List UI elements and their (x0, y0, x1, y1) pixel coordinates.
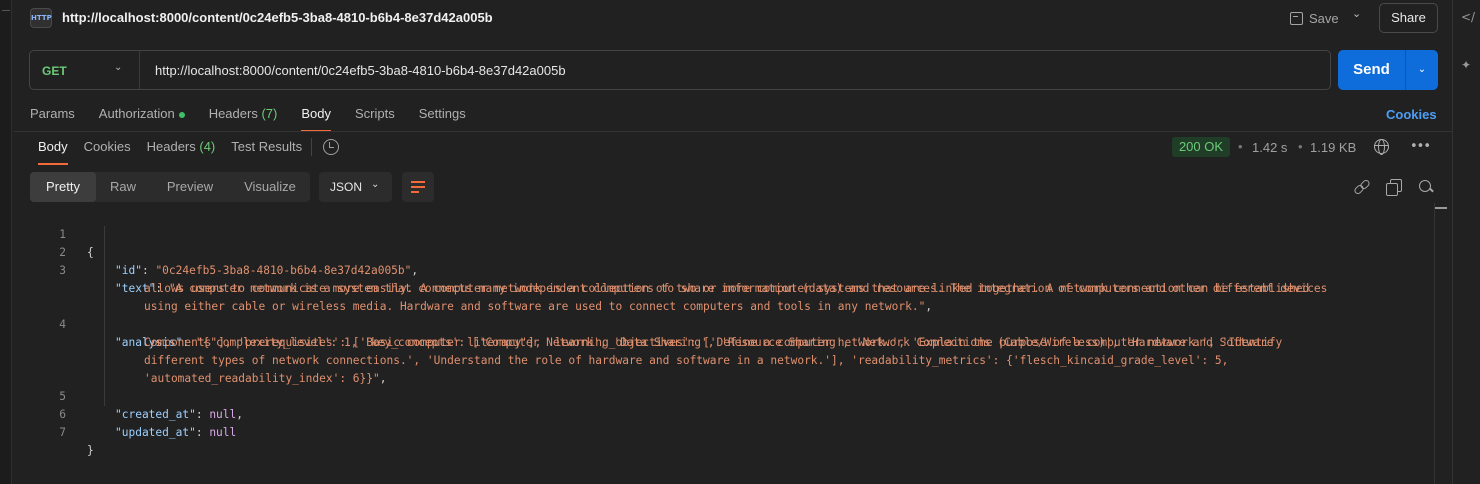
response-tab-body-label: Body (38, 139, 68, 154)
line-number: 7 (59, 426, 66, 439)
scrollbar[interactable] (1434, 203, 1447, 484)
response-tab-test-results-label: Test Results (231, 139, 303, 154)
more-options-icon[interactable]: ••• (1410, 139, 1431, 154)
tab-params[interactable]: Params (30, 104, 75, 132)
tab-scripts-label: Scripts (354, 106, 395, 121)
auth-status-dot (178, 111, 185, 118)
view-preview-button[interactable]: Preview (150, 172, 230, 202)
code-line-wrap: 'automated_readability_index': 6}}", (14, 352, 1434, 385)
left-rail (0, 0, 12, 484)
tab-scripts[interactable]: Scripts (355, 104, 395, 132)
response-tab-cookies-label: Cookies (83, 139, 131, 154)
tab-headers-label: Headers (208, 106, 258, 121)
method-select[interactable]: GET ⌄ (30, 51, 140, 89)
request-editor: HTTP http://localhost:8000/content/0c24e… (14, 0, 1452, 484)
code-line-wrap: Components'], 'prerequisites': ['Basic c… (14, 316, 1434, 349)
chevron-down-icon: ⌄ (371, 179, 380, 190)
method-label: GET (42, 64, 67, 78)
globe-icon[interactable] (1374, 139, 1389, 155)
save-label: Save (1309, 10, 1339, 26)
code-line: 1 { (14, 208, 1434, 259)
tab-headers-count: (7) (261, 106, 278, 121)
save-options-chevron-down-icon[interactable]: ⌄ (1352, 7, 1361, 20)
save-icon (1290, 11, 1303, 25)
share-button[interactable]: Share (1379, 3, 1438, 33)
tab-settings[interactable]: Settings (419, 104, 466, 132)
response-tab-headers-label: Headers (146, 139, 196, 154)
code-line: 2 "id": "0c24efb5-3ba8-4810-b6b4-8e37d42… (14, 226, 1434, 277)
request-title[interactable]: http://localhost:8000/content/0c24efb5-3… (62, 10, 493, 25)
tab-body[interactable]: Body (301, 104, 331, 132)
tab-settings-label: Settings (418, 106, 466, 121)
response-headers-count: (4) (199, 139, 216, 154)
code-line-wrap: using either cable or wireless media. Ha… (14, 280, 1434, 313)
json-null: null (209, 426, 237, 439)
view-raw-button[interactable]: Raw (96, 172, 150, 202)
tab-authorization[interactable]: Authorization (99, 104, 185, 132)
request-tabs: Params Authorization Headers (7) Body Sc… (30, 104, 490, 132)
json-key: "updated_at" (115, 426, 196, 439)
format-label: JSON (330, 180, 363, 194)
right-rail: </ ✦ (1452, 0, 1480, 484)
separator-dot: • (1238, 139, 1243, 154)
response-body-code[interactable]: 1 { 2 "id": "0c24efb5-3ba8-4810-b6b4-8e3… (14, 208, 1434, 457)
send-button-group: Send ⌄ (1338, 50, 1438, 90)
code-icon[interactable]: </ (1461, 10, 1475, 24)
response-tab-headers[interactable]: Headers (4) (147, 139, 216, 165)
separator-dot: • (1298, 139, 1303, 154)
tab-headers[interactable]: Headers (7) (209, 104, 278, 132)
response-tab-cookies[interactable]: Cookies (84, 139, 131, 165)
response-tabs: Body Cookies Headers (4) Test Results (38, 139, 318, 165)
tab-body-label: Body (301, 106, 331, 121)
response-tab-test-results[interactable]: Test Results (231, 139, 302, 165)
status-badge[interactable]: 200 OK (1172, 137, 1230, 157)
request-title-row: HTTP http://localhost:8000/content/0c24e… (14, 0, 1452, 36)
divider (14, 131, 1452, 132)
save-button[interactable]: Save (1290, 8, 1339, 28)
format-select[interactable]: JSON ⌄ (319, 172, 392, 202)
code-line: 4 "analysis": "{'complexity_level': 1, '… (14, 298, 1434, 349)
wrap-lines-icon[interactable] (402, 172, 434, 202)
http-request-icon: HTTP (30, 8, 52, 28)
view-mode-group: Pretty Raw Preview Visualize (30, 172, 310, 202)
copy-icon[interactable] (1386, 179, 1402, 196)
view-pretty-button[interactable]: Pretty (30, 172, 96, 202)
cookies-link[interactable]: Cookies (1386, 107, 1437, 122)
code-line: 3 "text": "A computer network is a syste… (14, 244, 1434, 295)
link-icon[interactable] (1354, 179, 1370, 195)
code-line-wrap: different types of network connections.'… (14, 334, 1434, 367)
history-icon[interactable] (323, 139, 339, 155)
search-icon[interactable] (1418, 179, 1434, 195)
response-size[interactable]: 1.19 KB (1310, 140, 1356, 155)
magic-icon[interactable]: ✦ (1461, 58, 1471, 72)
close-brace: } (87, 444, 94, 457)
response-time[interactable]: 1.42 s (1252, 140, 1287, 155)
code-line: 7 } (14, 406, 1434, 457)
send-button[interactable]: Send (1338, 50, 1405, 90)
divider (311, 138, 312, 156)
chevron-down-icon: ⌄ (114, 62, 123, 73)
code-line: 5 "created_at": null, (14, 370, 1434, 421)
send-options-chevron-down-icon[interactable]: ⌄ (1406, 50, 1438, 90)
tab-params-label: Params (30, 106, 75, 121)
code-line: 6 "updated_at": null (14, 388, 1434, 439)
url-bar: GET ⌄ http://localhost:8000/content/0c24… (29, 50, 1331, 90)
url-input[interactable]: http://localhost:8000/content/0c24efb5-3… (155, 63, 566, 78)
rail-tick (2, 10, 10, 11)
code-line-wrap: allows users to communicate more easily.… (14, 262, 1434, 295)
tab-authorization-label: Authorization (98, 106, 175, 121)
view-visualize-button[interactable]: Visualize (230, 172, 310, 202)
response-tab-body[interactable]: Body (38, 139, 68, 165)
code-text: "updated_at": null (115, 426, 237, 439)
